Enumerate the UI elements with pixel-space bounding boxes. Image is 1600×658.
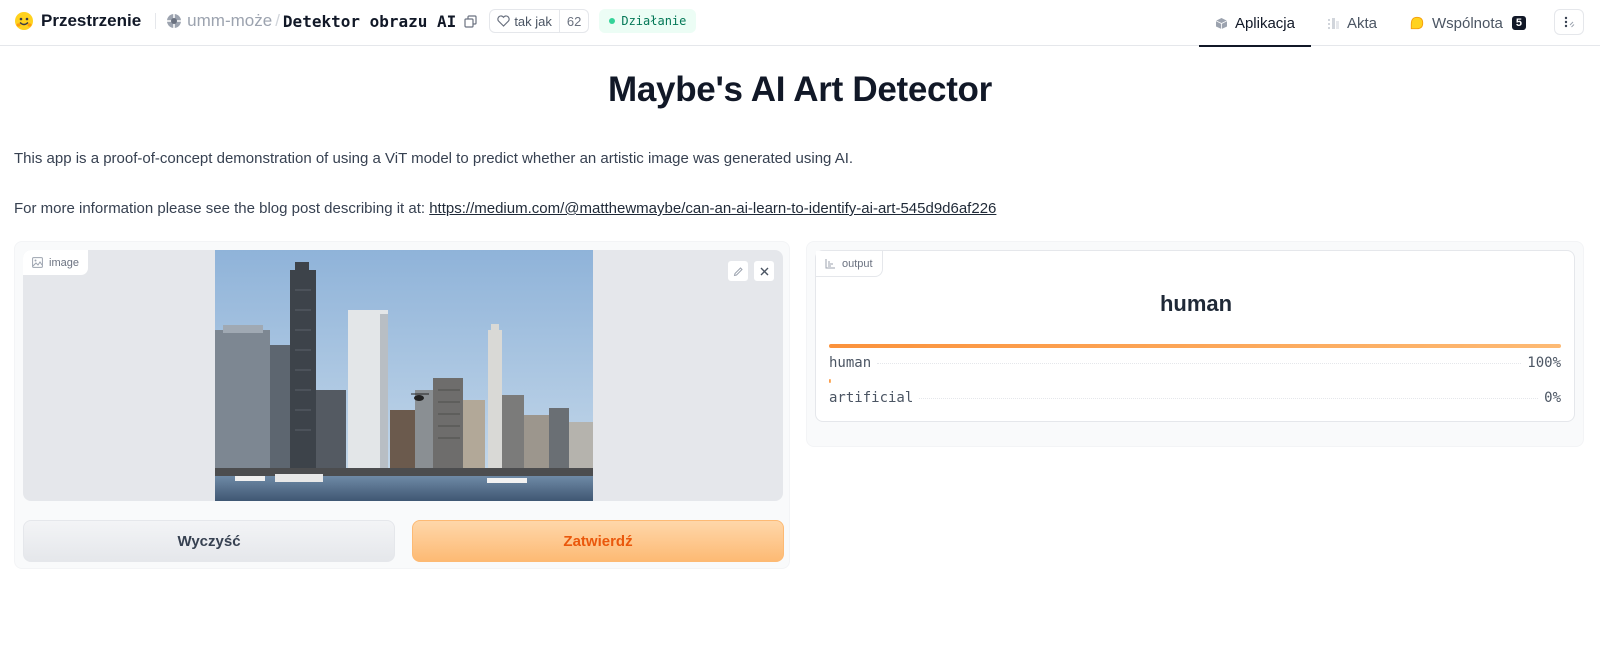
like-label: tak jak (514, 13, 552, 29)
tab-app[interactable]: Aplikacja (1198, 0, 1312, 47)
leader-dots (877, 362, 1522, 364)
confidence-bar (829, 379, 832, 383)
info-paragraph: For more information please see the blog… (14, 200, 996, 217)
output-label: output (816, 251, 883, 277)
status-dot-icon (609, 18, 616, 24)
space-tabs: Aplikacja Akta Wspólnota 5 (1198, 0, 1600, 47)
more-options-button[interactable] (1554, 9, 1584, 35)
pencil-icon (733, 266, 743, 276)
confidence-line: artificial 0% (829, 390, 1561, 406)
status-badge[interactable]: Działanie (599, 9, 697, 33)
like-widget: tak jak 62 (489, 9, 590, 33)
remove-image-button[interactable] (753, 260, 775, 282)
edit-image-button[interactable] (727, 260, 749, 282)
tab-community[interactable]: Wspólnota 5 (1393, 0, 1542, 46)
submit-button[interactable]: Zatwierdź (412, 520, 784, 562)
path-separator: / (275, 11, 280, 30)
confidence-value: 0% (1544, 390, 1561, 406)
bar-chart-icon (825, 259, 835, 269)
heart-icon (497, 15, 510, 27)
tab-app-label: Aplikacja (1234, 14, 1295, 32)
confidence-row[interactable]: artificial 0% (829, 379, 1561, 406)
confidence-row[interactable]: human 100% (829, 344, 1561, 371)
image-label: image (23, 250, 89, 276)
like-count[interactable]: 62 (558, 10, 588, 32)
like-button[interactable]: tak jak (490, 10, 559, 32)
status-label: Działanie (621, 14, 687, 28)
app-description: This app is a proof-of-concept demonstra… (14, 150, 854, 167)
image-label-text: image (49, 256, 79, 269)
predicted-label: human (1159, 291, 1233, 316)
image-toolbar (727, 260, 775, 282)
info-prefix: For more information please see the blog… (14, 200, 430, 217)
org-avatar-icon[interactable] (166, 13, 182, 29)
output-panel: output human human 100% artificial 0% (806, 241, 1584, 447)
label-output: output human human 100% artificial 0% (815, 250, 1575, 422)
leader-dots (919, 397, 1539, 399)
clear-button[interactable]: Wyczyść (23, 520, 395, 562)
confidence-value: 100% (1527, 355, 1561, 371)
blog-post-link[interactable]: https://medium.com/@matthewmaybe/can-an-… (429, 200, 996, 217)
kebab-menu-icon (1564, 16, 1575, 28)
spaces-link[interactable]: Przestrzenie (41, 11, 141, 31)
space-name-link[interactable]: Detektor obrazu AI (283, 12, 456, 31)
output-label-text: output (842, 257, 873, 270)
confidence-line: human 100% (829, 355, 1561, 371)
close-icon (760, 267, 768, 275)
divider (155, 13, 157, 29)
top-navigation-bar: Przestrzenie umm-może / Detektor obrazu … (0, 0, 1600, 47)
tab-files[interactable]: Akta (1311, 0, 1393, 46)
hugging-face-logo-icon[interactable] (14, 11, 34, 31)
image-icon (32, 257, 43, 268)
tab-community-label: Wspólnota (1432, 14, 1503, 32)
community-icon (1410, 16, 1424, 30)
image-input[interactable]: image (23, 250, 783, 501)
copy-icon[interactable] (464, 14, 477, 28)
page-title: Maybe's AI Art Detector (608, 70, 992, 109)
confidence-bar (829, 344, 1561, 348)
confidence-label: human (829, 355, 872, 371)
confidence-label: artificial (829, 390, 914, 406)
community-count-badge: 5 (1511, 16, 1526, 30)
uploaded-city-skyline-photo (215, 250, 593, 501)
tab-files-label: Akta (1346, 14, 1377, 32)
space-header: Przestrzenie umm-może / Detektor obrazu … (14, 0, 697, 42)
org-link[interactable]: umm-może (187, 11, 272, 31)
input-panel: image Wyczyść Zatwierdź (14, 241, 790, 569)
files-icon (1327, 17, 1339, 29)
app-cube-icon (1215, 17, 1228, 29)
